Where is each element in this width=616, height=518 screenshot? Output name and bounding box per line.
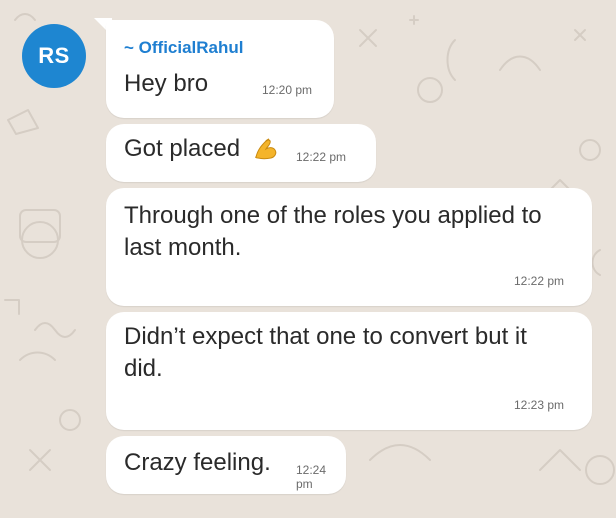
sender-name[interactable]: ~ OfficialRahul: [124, 38, 244, 58]
message-text-content: Got placed: [124, 135, 241, 162]
message-text-line: last month.: [124, 234, 242, 261]
message-time: 12:24 pm: [296, 463, 327, 491]
message-text-line: did.: [124, 355, 163, 382]
message-bubble[interactable]: Through one of the roles you applied to …: [106, 188, 592, 306]
message-time: 12:20 pm: [262, 83, 313, 97]
flexed-biceps-icon: [254, 138, 277, 159]
message-bubble[interactable]: ~ OfficialRahul Hey bro 12:20 pm: [106, 20, 334, 118]
message-text-line: Through one of the roles you applied to: [124, 202, 542, 229]
message-bubble[interactable]: Didn’t expect that one to convert but it…: [106, 312, 592, 430]
message-text: Crazy feeling.: [124, 449, 271, 476]
message-bubble[interactable]: Crazy feeling. 12:24 pm: [106, 436, 346, 494]
avatar[interactable]: RS: [22, 24, 86, 88]
message-bubble[interactable]: Got placed 12:22 pm: [106, 124, 376, 182]
message-text: Hey bro: [124, 70, 209, 97]
message-time: 12:23 pm: [514, 398, 565, 412]
message-time: 12:22 pm: [296, 150, 347, 164]
message-text-line: Didn’t expect that one to convert but it: [124, 323, 527, 350]
message-text: Got placed: [124, 133, 279, 165]
message-time: 12:22 pm: [514, 274, 565, 288]
